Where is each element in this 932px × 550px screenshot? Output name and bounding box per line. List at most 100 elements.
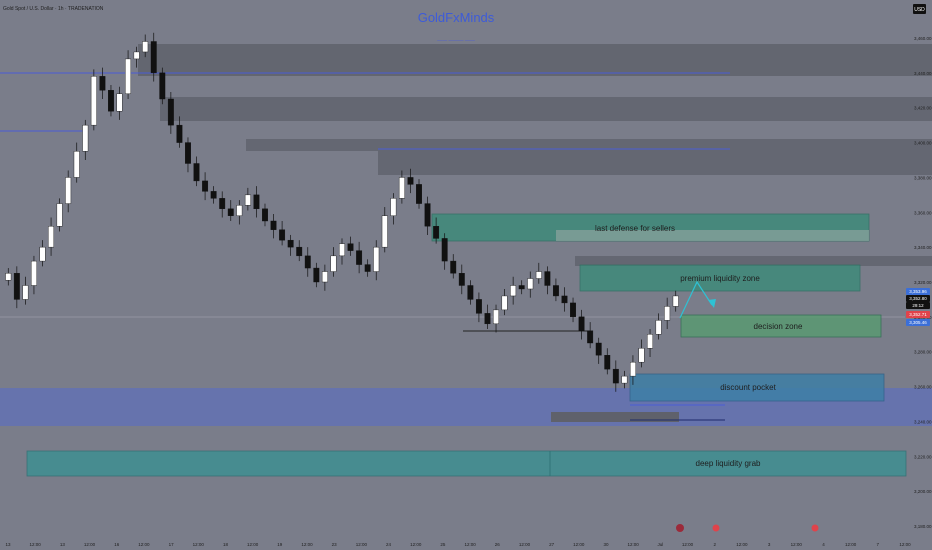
candle-body	[373, 246, 380, 272]
x-tick-label: 17	[169, 542, 175, 547]
y-tick-label: 3,440.00	[914, 71, 932, 76]
x-tick-label: 19	[277, 542, 283, 547]
x-tick-label: 12:00	[682, 542, 694, 547]
candle-body	[227, 208, 234, 216]
y-tick-label: 3,360.00	[914, 210, 932, 215]
price-badge: 3,305.46	[906, 319, 930, 326]
candle-body	[65, 177, 72, 204]
candle-body	[202, 180, 209, 192]
y-tick-label: 3,340.00	[914, 245, 932, 250]
candle-body	[655, 320, 662, 335]
candle-body	[321, 271, 328, 283]
candle-body	[535, 271, 542, 279]
x-tick-label: 24	[386, 542, 392, 547]
y-tick-label: 3,400.00	[914, 141, 932, 146]
x-tick-label: 12:00	[247, 542, 259, 547]
x-tick-label: 12:00	[736, 542, 748, 547]
candle-body	[561, 295, 568, 304]
candle-body	[108, 90, 114, 112]
x-tick-label: 26	[495, 542, 501, 547]
x-tick-label: 12:00	[573, 542, 585, 547]
zone-discount-pocket: discount pocket	[629, 373, 885, 402]
y-tick-label: 3,180.00	[914, 524, 932, 529]
candle-body	[570, 302, 576, 318]
candle-body	[244, 194, 251, 206]
y-tick-label: 3,460.00	[914, 36, 932, 41]
brand-title: GoldFxMinds	[418, 10, 495, 25]
candle-body	[287, 239, 294, 248]
currency-badge[interactable]: USD	[913, 4, 926, 14]
x-tick-label: 12:00	[193, 542, 205, 547]
y-tick-label: 3,220.00	[914, 454, 932, 459]
candle-body	[664, 306, 671, 321]
event-marker-2[interactable]	[712, 524, 720, 532]
candle-body	[484, 313, 491, 325]
candle-body	[56, 203, 63, 227]
zone-upper-1	[138, 44, 932, 76]
price-badge-text: 3,352.71	[909, 312, 927, 317]
candle-body	[424, 203, 431, 227]
x-tick-label: 12:00	[138, 542, 150, 547]
candle-body	[612, 368, 619, 384]
candle-body	[330, 255, 337, 272]
candle-body	[672, 295, 679, 307]
candle-body	[99, 76, 106, 91]
candle-body	[22, 285, 29, 300]
candle-body	[390, 198, 397, 216]
event-marker-3[interactable]	[811, 524, 819, 532]
price-badge-text: 29:12	[912, 303, 924, 308]
zone-mid-dark	[575, 256, 932, 266]
candle-body	[578, 316, 585, 332]
candle-body	[493, 309, 499, 325]
zone-last-defense-label: last defense for sellers	[595, 224, 675, 233]
candle-body	[475, 299, 482, 314]
y-tick-label: 3,380.00	[914, 175, 932, 180]
candle-body	[31, 260, 37, 286]
candle-body	[90, 76, 97, 126]
x-tick-label: 13	[5, 542, 11, 547]
candle-body	[176, 124, 183, 143]
zone-deep-label: deep liquidity grab	[696, 459, 761, 468]
candle-body	[587, 330, 594, 344]
x-tick-label: 23	[332, 542, 338, 547]
candle-body	[48, 226, 55, 248]
candle-body	[116, 93, 123, 112]
event-marker-1[interactable]	[676, 524, 684, 532]
zone-discount-label: discount pocket	[720, 383, 776, 392]
candle-body	[510, 285, 517, 297]
candle-body	[647, 334, 653, 349]
candle-body	[150, 41, 157, 74]
x-tick-label: 12:00	[519, 542, 531, 547]
candle-body	[13, 273, 20, 300]
zone-upper-2	[160, 97, 932, 121]
candle-body	[458, 273, 465, 286]
candle-body	[133, 51, 140, 60]
zone-deep-liquidity-grab: deep liquidity grab	[26, 450, 907, 477]
price-chart: last defense for sellers premium liquidi…	[0, 0, 932, 550]
candle-body	[467, 285, 474, 300]
candle-body	[416, 184, 422, 204]
candle-body	[193, 163, 200, 182]
candle-body	[167, 98, 174, 126]
candle-body	[82, 124, 89, 152]
candle-body	[185, 142, 191, 164]
candle-body	[73, 151, 80, 178]
candle-body	[552, 285, 559, 297]
candle-body	[441, 238, 448, 262]
candle-body	[544, 271, 551, 286]
candle-body	[279, 229, 286, 241]
candle-body	[364, 264, 371, 272]
zone-upper-4	[378, 151, 932, 175]
zone-deep-box	[26, 450, 907, 477]
symbol-label: Gold Spot / U.S. Dollar · 1h · TRADENATI…	[3, 6, 104, 12]
y-tick-label: 3,320.00	[914, 280, 932, 285]
candle-body	[210, 191, 217, 199]
price-badge-text: 3,353.96	[909, 289, 927, 294]
candle-body	[270, 220, 277, 230]
x-tick-label: 13	[60, 542, 66, 547]
x-tick-label: 30	[603, 542, 609, 547]
x-tick-label: 12:00	[628, 542, 640, 547]
brand-subtitle: —— ——— ——	[437, 38, 475, 44]
zone-decision: decision zone	[680, 314, 882, 338]
x-tick-label: 18	[223, 542, 229, 547]
